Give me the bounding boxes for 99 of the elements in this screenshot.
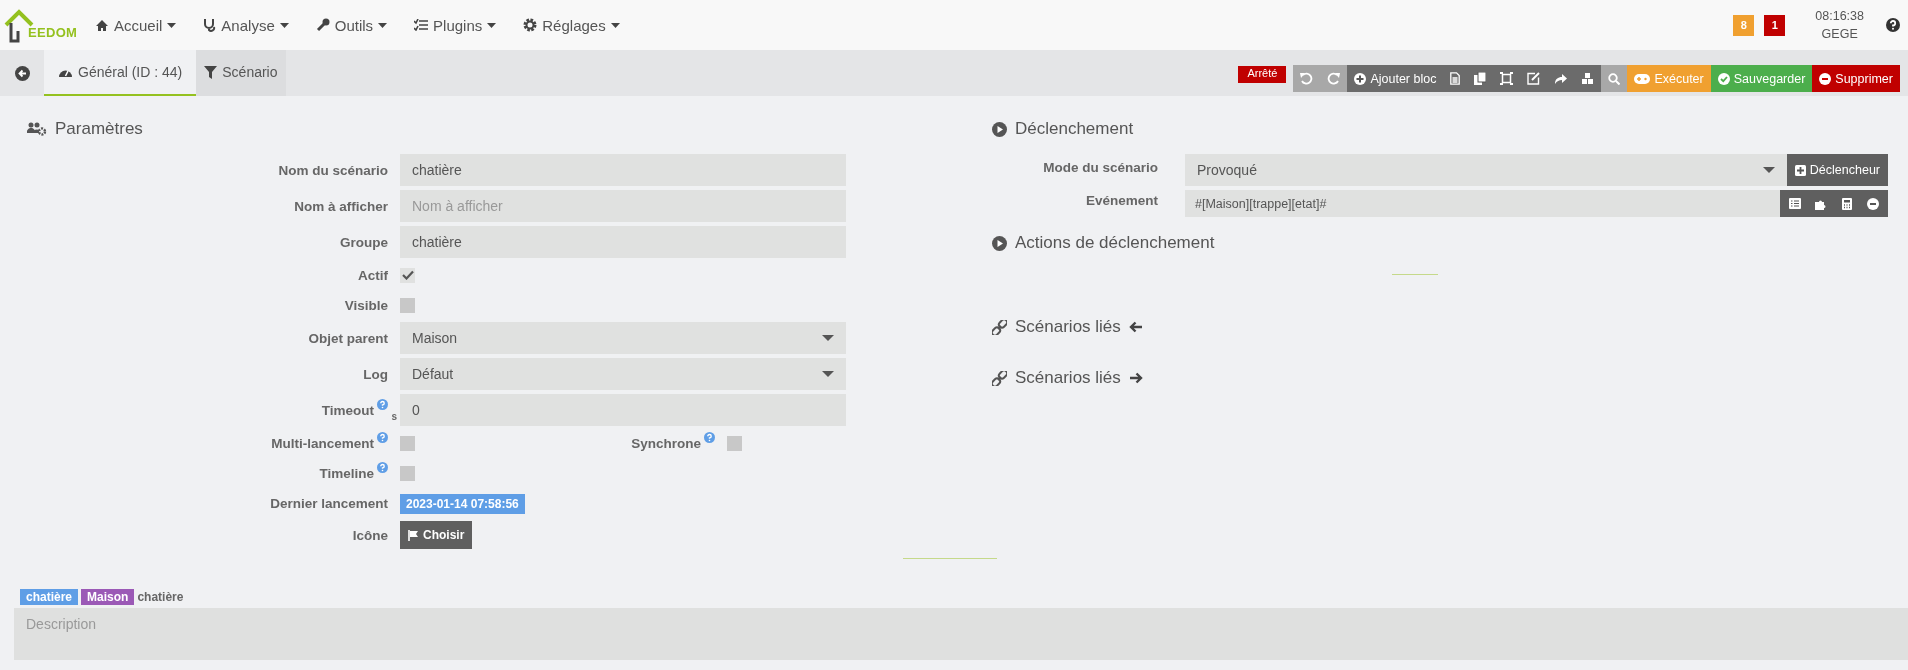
caret-icon: [822, 371, 834, 377]
link-icon: [992, 319, 1007, 335]
stethoscope-icon: [203, 18, 217, 32]
field-label: Log: [363, 366, 388, 382]
field-label: Evénement: [1085, 193, 1158, 208]
choose-icon-button[interactable]: Choisir: [400, 521, 473, 549]
calculator-icon: [1842, 197, 1852, 210]
logo-text: EEDOM: [28, 25, 78, 40]
play-circle-icon: [992, 121, 1007, 137]
caret-icon: [167, 22, 177, 28]
users-gear-icon: [27, 122, 47, 136]
edit-icon: [1527, 72, 1541, 85]
field-label: Nom à afficher: [294, 198, 388, 214]
caret-icon: [378, 22, 388, 28]
text-field[interactable]: Nom à afficher: [400, 190, 846, 222]
tag: chatière: [20, 589, 79, 605]
add-block-button[interactable]: Ajouter bloc: [1347, 65, 1444, 92]
section-title: Paramètres: [55, 119, 143, 139]
frame-icon: [1500, 72, 1514, 85]
nav-menu[interactable]: Analyse: [203, 16, 289, 34]
play-circle-icon: [992, 235, 1007, 251]
notification-badge[interactable]: 1: [1764, 14, 1786, 36]
clock-time: 08:16:38: [1815, 8, 1864, 25]
field-label: Synchrone: [631, 435, 701, 451]
add-trigger-button[interactable]: Déclencheur: [1786, 154, 1888, 186]
select-field[interactable]: Provoqué: [1185, 154, 1787, 186]
field-label: Dernier lancement: [270, 495, 388, 511]
caret-icon: [279, 22, 289, 28]
wrench-icon: [315, 18, 330, 32]
tab[interactable]: Général (ID : 44): [44, 50, 197, 96]
field-label: Objet parent: [308, 330, 388, 346]
plus-square-icon: [1794, 164, 1806, 176]
redo-icon: [1327, 72, 1341, 85]
list-icon: [1789, 198, 1801, 209]
field-label: Timeline: [319, 465, 374, 481]
select-field[interactable]: Défaut: [400, 358, 846, 390]
nav-menu[interactable]: Outils: [315, 16, 388, 34]
text-field[interactable]: 0: [400, 394, 846, 426]
copy-icon: [1474, 72, 1487, 85]
tag: Maison: [81, 589, 135, 605]
field-label: Nom du scénario: [278, 162, 388, 178]
undo-icon: [1300, 72, 1314, 85]
checklist-icon: [414, 19, 429, 31]
text-field[interactable]: chatière: [400, 154, 846, 186]
checkbox[interactable]: [727, 435, 742, 451]
arrow-left-circle-icon: [14, 65, 30, 81]
search-icon: [1608, 72, 1621, 85]
checkbox[interactable]: [400, 267, 415, 283]
scenario-name: chatière: [137, 590, 184, 604]
text-field[interactable]: chatière: [400, 226, 846, 258]
checkbox[interactable]: [400, 297, 415, 313]
caret-icon: [487, 22, 497, 28]
unit-label: s: [391, 410, 397, 422]
help-icon[interactable]: [1886, 18, 1900, 32]
cubes-button[interactable]: [1574, 65, 1602, 92]
redo-button[interactable]: [1320, 65, 1348, 92]
caret-icon: [610, 22, 620, 28]
arrow-right-icon: [1128, 372, 1143, 384]
flag-icon: [408, 529, 419, 541]
nav-menu[interactable]: Accueil: [95, 16, 177, 34]
field-label: Mode du scénario: [1043, 159, 1158, 175]
home-icon: [95, 18, 109, 32]
section-title: Déclenchement: [1015, 119, 1134, 139]
delete-button[interactable]: Supprimer: [1812, 65, 1900, 92]
select-field[interactable]: Maison: [400, 322, 846, 354]
checkbox[interactable]: [400, 465, 415, 481]
section-title: Actions de déclenchement: [1015, 233, 1215, 253]
plus-circle-icon: [1354, 72, 1367, 85]
filter-icon: [204, 65, 218, 79]
field-label: Actif: [358, 267, 388, 283]
arrow-left-icon: [1128, 321, 1143, 333]
date-badge: 2023-01-14 07:58:56: [400, 494, 525, 514]
cubes-icon: [1581, 72, 1595, 85]
check-icon: [401, 270, 414, 280]
caret-icon: [1762, 167, 1775, 173]
event-field[interactable]: #[Maison][trappe][etat]#: [1185, 190, 1780, 217]
section-title: Scénarios liés: [1015, 317, 1121, 337]
gamepad-icon: [1634, 73, 1651, 84]
share-arrow-icon: [1554, 72, 1568, 85]
description-field[interactable]: Description: [14, 608, 1908, 660]
field-label: Icône: [352, 527, 388, 543]
check-circle-icon: [1717, 72, 1730, 85]
gear-icon: [523, 18, 538, 32]
tab[interactable]: Scénario: [196, 50, 286, 96]
nav-menu[interactable]: Plugins: [414, 16, 497, 34]
minus-circle-icon: [1819, 72, 1832, 85]
status-badge: Arrêté: [1238, 66, 1287, 83]
checkbox[interactable]: [400, 435, 415, 451]
user-name: GEGE: [1821, 26, 1858, 43]
field-label: Groupe: [340, 234, 388, 250]
document-icon: [1450, 72, 1461, 85]
section-title: Scénarios liés: [1015, 368, 1121, 388]
field-label: Visible: [344, 297, 388, 313]
minus-circle-icon: [1867, 197, 1879, 210]
caret-icon: [822, 335, 834, 341]
link-icon: [992, 370, 1007, 386]
field-label: Multi-lancement: [271, 435, 374, 451]
field-label: Timeout: [321, 402, 374, 418]
nav-menu[interactable]: Réglages: [523, 16, 620, 34]
